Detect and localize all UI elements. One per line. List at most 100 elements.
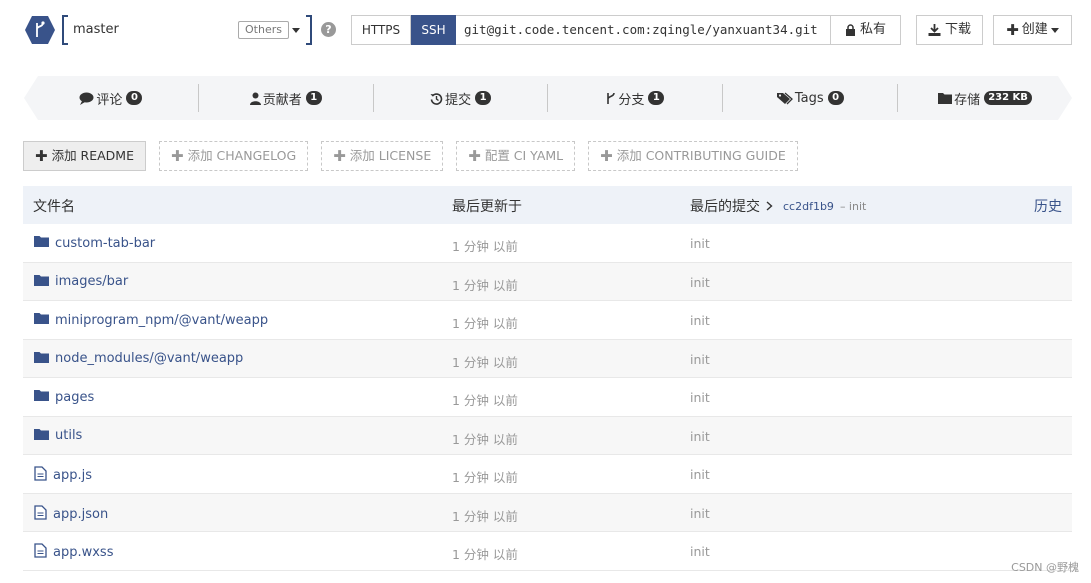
- file-rows: custom-tab-bar 1 分钟 以前 init images/bar 1 分钟 …: [23, 224, 1072, 571]
- add-changelog-button[interactable]: ✚ 添加 CHANGELOG: [159, 141, 309, 171]
- stat-tags[interactable]: Tags 0: [723, 84, 898, 112]
- history-icon: [430, 92, 443, 105]
- table-row[interactable]: app.json 1 分钟 以前 init: [23, 493, 1072, 532]
- create-label: 创建: [1021, 22, 1048, 37]
- file-name-link[interactable]: app.wxss: [34, 543, 113, 562]
- tags-icon: [777, 92, 793, 105]
- private-button[interactable]: 私有: [831, 15, 901, 45]
- create-button[interactable]: ✚ 创建: [993, 15, 1072, 45]
- file-name-link[interactable]: app.js: [34, 466, 92, 485]
- file-icon: [34, 466, 47, 485]
- stat-contributors[interactable]: 贡献者 1: [199, 84, 374, 112]
- updated-time: 1 分钟 以前: [452, 431, 518, 447]
- count-badge: 0: [828, 91, 844, 105]
- commit-message: init: [690, 351, 710, 367]
- file-name-link[interactable]: node_modules/@vant/weapp: [34, 351, 243, 367]
- updated-time: 1 分钟 以前: [452, 547, 518, 562]
- clone-url-input[interactable]: git@git.code.tencent.com:zqingle/yanxuan…: [456, 15, 831, 45]
- stat-commits[interactable]: 提交 1: [374, 84, 549, 112]
- commit-message: init: [690, 544, 710, 559]
- folder-icon: [34, 312, 49, 328]
- commit-message: init: [690, 390, 710, 405]
- plus-icon: ✚: [600, 147, 613, 165]
- count-badge: 0: [126, 91, 142, 105]
- branch-selector[interactable]: master Others: [62, 15, 312, 45]
- table-row[interactable]: images/bar 1 分钟 以前 init: [23, 262, 1072, 301]
- updated-time: 1 分钟 以前: [452, 470, 518, 485]
- download-label: 下载: [944, 22, 971, 37]
- plus-icon: ✚: [1006, 21, 1019, 39]
- commit-message: – init: [839, 199, 867, 213]
- private-label: 私有: [859, 22, 886, 37]
- top-bar: master Others ? HTTPS SSH git@git.code.t…: [0, 0, 1091, 60]
- help-icon[interactable]: ?: [321, 22, 336, 37]
- add-files-toolbar: ✚ 添加 README ✚ 添加 CHANGELOG ✚ 添加 LICENSE …: [23, 141, 798, 171]
- folder-icon: [34, 235, 49, 251]
- file-name-link[interactable]: miniprogram_npm/@vant/weapp: [34, 312, 268, 328]
- count-badge: 1: [475, 91, 491, 105]
- others-badge: Others: [238, 21, 289, 39]
- updated-time: 1 分钟 以前: [452, 239, 518, 254]
- updated-time: 1 分钟 以前: [452, 354, 518, 370]
- file-name-link[interactable]: custom-tab-bar: [34, 235, 155, 251]
- updated-time: 1 分钟 以前: [452, 277, 518, 293]
- branch-name: master: [73, 22, 119, 37]
- file-icon: [34, 543, 47, 562]
- table-row[interactable]: miniprogram_npm/@vant/weapp 1 分钟 以前 init: [23, 301, 1072, 340]
- add-contributing-guide-button[interactable]: ✚ 添加 CONTRIBUTING GUIDE: [588, 141, 798, 171]
- plus-icon: ✚: [171, 147, 184, 165]
- file-name-link[interactable]: pages: [34, 389, 94, 405]
- https-button[interactable]: HTTPS: [351, 15, 411, 45]
- repo-stats-bar: 评论 0 贡献者 1 提交 1 分支 1 Tags 0 存储 232 KB: [24, 76, 1072, 120]
- stat-comments[interactable]: 评论 0: [24, 84, 199, 112]
- commit-sha-link[interactable]: cc2df1b9: [783, 200, 834, 213]
- table-row[interactable]: custom-tab-bar 1 分钟 以前 init: [23, 224, 1072, 263]
- commit-message: init: [690, 428, 710, 444]
- plus-icon: ✚: [35, 147, 48, 165]
- folder-icon: [34, 351, 49, 367]
- file-table: 文件名 最后更新于 最后的提交 cc2df1b9 – init 历史 custo…: [23, 186, 1072, 571]
- configure-ci-yaml-button[interactable]: ✚ 配置 CI YAML: [456, 141, 576, 171]
- count-badge: 232 KB: [984, 91, 1032, 105]
- comment-icon: [79, 92, 94, 105]
- chevron-down-icon: [1050, 27, 1059, 33]
- chevron-right-icon: [766, 201, 773, 211]
- table-row[interactable]: pages 1 分钟 以前 init: [23, 378, 1072, 417]
- chevron-down-icon: [292, 28, 300, 33]
- clone-box: HTTPS SSH git@git.code.tencent.com:zqing…: [351, 15, 901, 45]
- commit-message: init: [690, 467, 710, 482]
- table-row[interactable]: app.js 1 分钟 以前 init: [23, 455, 1072, 494]
- count-badge: 1: [306, 91, 322, 105]
- folder-icon: [34, 428, 49, 444]
- commit-message: init: [690, 274, 710, 290]
- add-license-button[interactable]: ✚ 添加 LICENSE: [321, 141, 444, 171]
- history-link[interactable]: 历史: [1034, 196, 1062, 216]
- branch-hex-icon: [25, 16, 55, 44]
- file-name-link[interactable]: app.json: [34, 504, 108, 524]
- ssh-button[interactable]: SSH: [411, 15, 456, 45]
- stat-storage[interactable]: 存储 232 KB: [898, 84, 1072, 112]
- add-readme-button[interactable]: ✚ 添加 README: [23, 141, 146, 171]
- commit-message: init: [690, 236, 710, 251]
- table-row[interactable]: utils 1 分钟 以前 init: [23, 416, 1072, 455]
- file-name-link[interactable]: utils: [34, 428, 82, 444]
- updated-time: 1 分钟 以前: [452, 508, 518, 524]
- watermark: CSDN @野槐: [1011, 561, 1079, 574]
- file-name-link[interactable]: images/bar: [34, 274, 128, 290]
- count-badge: 1: [648, 91, 664, 105]
- file-icon: [34, 504, 47, 524]
- lock-icon: [845, 24, 855, 36]
- col-filename: 文件名: [33, 199, 75, 215]
- download-button[interactable]: 下载: [916, 15, 983, 45]
- branch-icon: [606, 92, 616, 105]
- table-row[interactable]: app.wxss 1 分钟 以前 init: [23, 532, 1072, 571]
- folder-icon: [938, 92, 952, 104]
- folder-icon: [34, 389, 49, 405]
- stat-branches[interactable]: 分支 1: [548, 84, 723, 112]
- updated-time: 1 分钟 以前: [452, 316, 518, 331]
- col-updated: 最后更新于: [452, 199, 522, 215]
- table-header: 文件名 最后更新于 最后的提交 cc2df1b9 – init 历史: [23, 186, 1072, 224]
- table-row[interactable]: node_modules/@vant/weapp 1 分钟 以前 init: [23, 339, 1072, 378]
- download-icon: [928, 24, 941, 36]
- plus-icon: ✚: [468, 147, 481, 165]
